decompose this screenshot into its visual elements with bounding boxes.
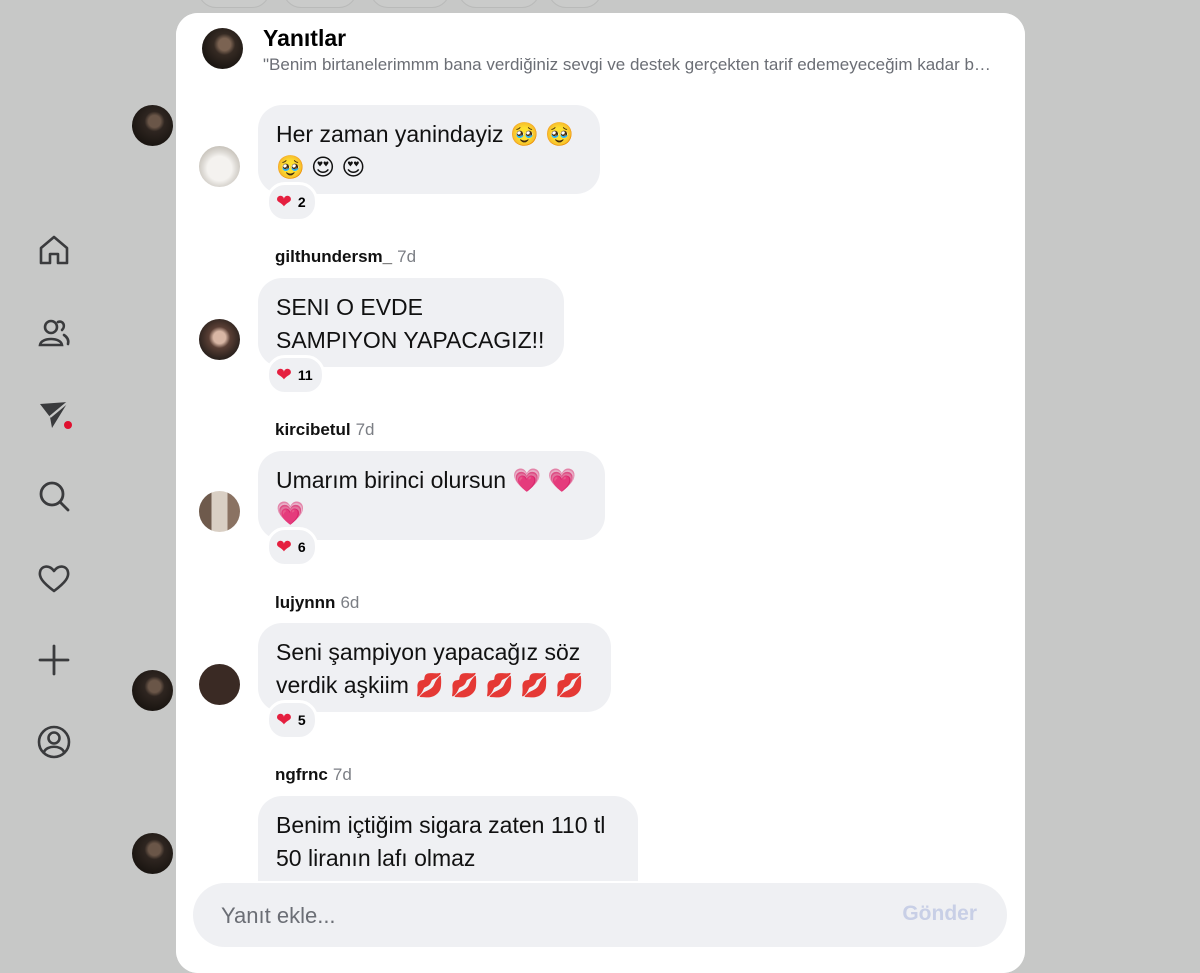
comment-bubble[interactable]: Umarım birinci olursun 💗 💗 💗 bbox=[258, 451, 605, 540]
avatar[interactable] bbox=[199, 319, 240, 360]
profile-icon[interactable] bbox=[30, 718, 78, 766]
comment-meta: kircibetul 7d bbox=[275, 420, 375, 440]
post-preview-text: "Benim birtanelerimmm bana verdiğiniz se… bbox=[263, 55, 998, 74]
comment-bubble[interactable]: Her zaman yanindayiz 🥹 🥹 🥹 😍 😍 bbox=[258, 105, 600, 194]
like-reaction[interactable]: ❤ 11 bbox=[266, 355, 325, 395]
notification-dot bbox=[64, 421, 72, 429]
heart-icon: ❤ bbox=[276, 191, 292, 213]
avatar bbox=[132, 105, 173, 146]
timestamp: 7d bbox=[397, 247, 417, 266]
reply-input[interactable] bbox=[219, 883, 823, 949]
send-icon[interactable] bbox=[30, 391, 78, 439]
heart-icon[interactable] bbox=[30, 554, 78, 602]
like-reaction[interactable]: ❤ 2 bbox=[266, 182, 318, 222]
avatar[interactable] bbox=[202, 28, 243, 69]
send-button[interactable]: Gönder bbox=[902, 902, 977, 926]
comment-meta: lujynnn 6d bbox=[275, 593, 359, 613]
timestamp: 7d bbox=[332, 765, 352, 784]
heart-icon: ❤ bbox=[276, 364, 292, 386]
page-title: Yanıtlar bbox=[263, 25, 347, 51]
replies-list: guleyto5d Her zaman yanindayiz 🥹 🥹 🥹 😍 😍… bbox=[176, 13, 1025, 973]
reply-composer: Gönder bbox=[193, 883, 1007, 949]
avatar[interactable] bbox=[199, 491, 240, 532]
username[interactable]: gilthundersm_ bbox=[275, 247, 392, 266]
home-icon[interactable] bbox=[30, 226, 78, 274]
search-icon[interactable] bbox=[30, 472, 78, 520]
like-reaction[interactable]: ❤ 5 bbox=[266, 700, 318, 740]
like-reaction[interactable]: ❤ 6 bbox=[266, 527, 318, 567]
username[interactable]: ngfrnc bbox=[275, 765, 328, 784]
avatar bbox=[132, 670, 173, 711]
filter-pill bbox=[458, 0, 540, 8]
heart-icon: ❤ bbox=[276, 536, 292, 558]
comment-meta: ngfrnc 7d bbox=[275, 765, 352, 785]
comment-bubble[interactable]: SENI O EVDE SAMPIYON YAPACAGIZ!! bbox=[258, 278, 564, 367]
like-count: 5 bbox=[297, 712, 306, 728]
comment-meta: gilthundersm_ 7d bbox=[275, 247, 416, 267]
profiles-icon[interactable] bbox=[30, 309, 78, 357]
avatar[interactable] bbox=[199, 664, 240, 705]
timestamp: 6d bbox=[340, 593, 360, 612]
modal-header: Yanıtlar "Benim birtanelerimmm bana verd… bbox=[176, 13, 1025, 93]
filter-pill bbox=[370, 0, 450, 8]
plus-icon[interactable] bbox=[30, 636, 78, 684]
avatar bbox=[132, 833, 173, 874]
filter-pill bbox=[283, 0, 357, 8]
comment-bubble[interactable]: Seni şampiyon yapacağız söz verdik aşkii… bbox=[258, 623, 611, 712]
username[interactable]: lujynnn bbox=[275, 593, 335, 612]
filter-pill bbox=[198, 0, 270, 8]
filter-pill bbox=[548, 0, 602, 8]
like-count: 2 bbox=[297, 194, 306, 210]
avatar[interactable] bbox=[199, 146, 240, 187]
username[interactable]: kircibetul bbox=[275, 420, 351, 439]
replies-modal: Yanıtlar "Benim birtanelerimmm bana verd… bbox=[176, 13, 1025, 973]
like-count: 11 bbox=[297, 367, 313, 383]
heart-icon: ❤ bbox=[276, 709, 292, 731]
timestamp: 7d bbox=[355, 420, 375, 439]
like-count: 6 bbox=[297, 539, 306, 555]
